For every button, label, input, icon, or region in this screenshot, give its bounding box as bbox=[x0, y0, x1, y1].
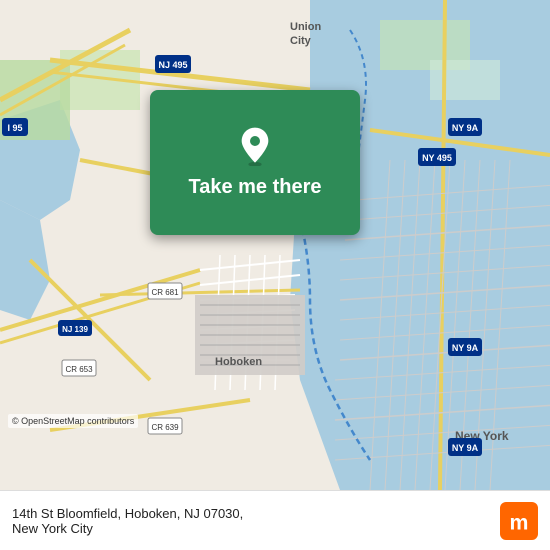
svg-text:NY 495: NY 495 bbox=[422, 153, 452, 163]
city-text: New York City bbox=[12, 521, 243, 536]
address-section: 14th St Bloomfield, Hoboken, NJ 07030, N… bbox=[12, 506, 243, 536]
moovit-logo: m bbox=[500, 502, 538, 540]
moovit-icon: m bbox=[500, 502, 538, 540]
osm-credit: © OpenStreetMap contributors bbox=[8, 414, 138, 428]
bottom-bar: 14th St Bloomfield, Hoboken, NJ 07030, N… bbox=[0, 490, 550, 550]
map-container: Union City Hoboken New York I 95 NJ 495 … bbox=[0, 0, 550, 490]
svg-text:NY 9A: NY 9A bbox=[452, 443, 479, 453]
location-pin-icon bbox=[235, 126, 275, 166]
take-me-card[interactable]: Take me there bbox=[150, 90, 360, 235]
svg-text:CR 681: CR 681 bbox=[151, 288, 179, 297]
svg-text:City: City bbox=[290, 35, 312, 47]
svg-text:NY 9A: NY 9A bbox=[452, 123, 479, 133]
take-me-label: Take me there bbox=[188, 176, 321, 199]
address-text: 14th St Bloomfield, Hoboken, NJ 07030, bbox=[12, 506, 243, 521]
svg-text:CR 653: CR 653 bbox=[65, 365, 93, 374]
svg-text:NJ 139: NJ 139 bbox=[62, 325, 88, 334]
svg-text:Union: Union bbox=[290, 21, 321, 33]
svg-text:CR 639: CR 639 bbox=[151, 423, 179, 432]
svg-text:I 95: I 95 bbox=[7, 123, 22, 133]
svg-text:Hoboken: Hoboken bbox=[215, 356, 262, 368]
svg-text:NY 9A: NY 9A bbox=[452, 343, 479, 353]
svg-text:NJ 495: NJ 495 bbox=[158, 60, 187, 70]
svg-text:m: m bbox=[510, 510, 529, 534]
